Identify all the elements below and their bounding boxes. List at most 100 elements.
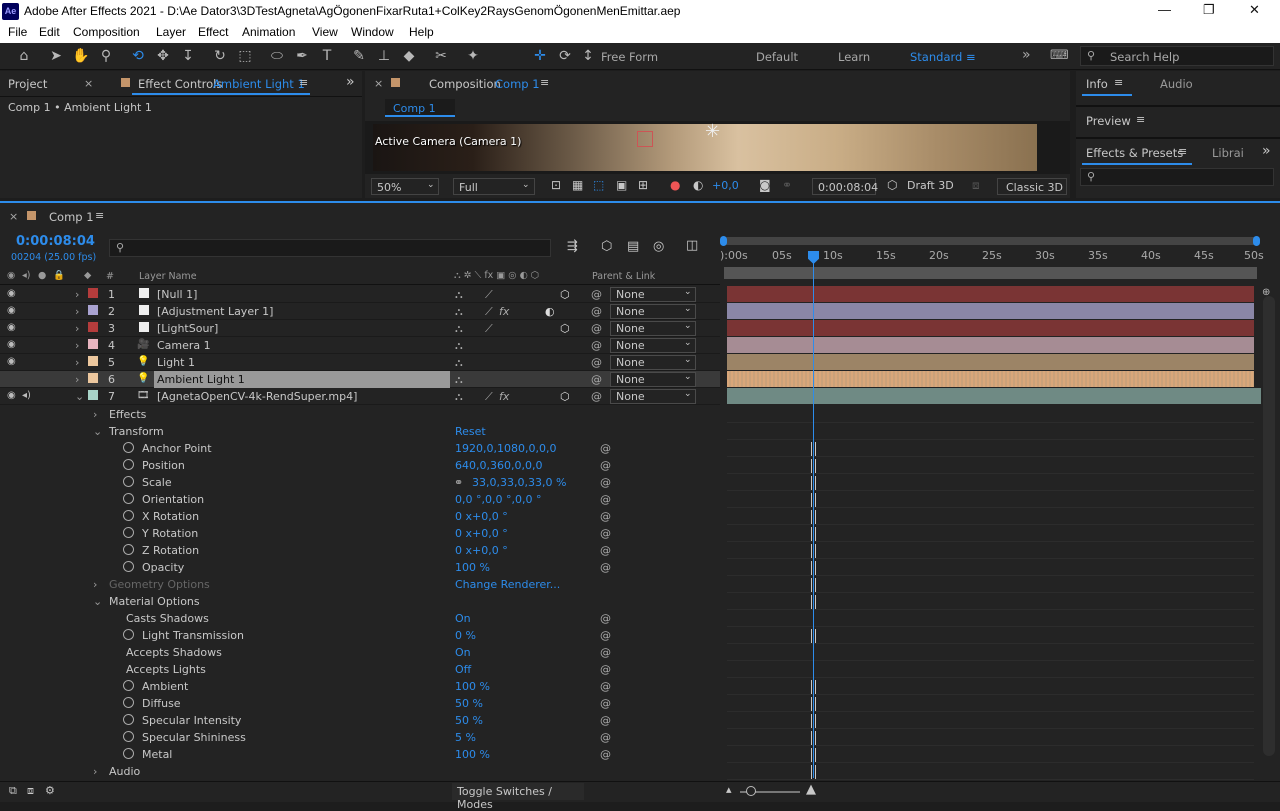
tab-close-icon[interactable]: ×	[84, 77, 93, 90]
eye-icon[interactable]: ◉	[7, 339, 16, 350]
layer-name[interactable]: Ambient Light 1	[154, 371, 450, 388]
property-row[interactable]: Specular Intensity 50 % @	[0, 712, 720, 729]
timeline-scrollbar[interactable]	[1263, 296, 1275, 756]
hand-tool-icon[interactable]: ✋	[71, 47, 91, 65]
expression-pick-whip-icon[interactable]: @	[600, 493, 611, 506]
menu-effect[interactable]: Effect	[198, 25, 228, 39]
pick-whip-icon[interactable]: @	[591, 390, 602, 403]
work-area-start-handle[interactable]	[720, 236, 727, 246]
eye-icon[interactable]: ◉	[7, 288, 16, 299]
shy-switch-icon[interactable]: ⛬	[455, 373, 463, 387]
expand-arrow-icon[interactable]: ›	[75, 339, 79, 352]
zoom-in-icon[interactable]: ▲	[806, 782, 816, 797]
parent-select[interactable]: None ⌄	[610, 287, 696, 302]
expression-pick-whip-icon[interactable]: @	[600, 646, 611, 659]
expression-pick-whip-icon[interactable]: @	[600, 714, 611, 727]
expand-arrow-icon[interactable]: ›	[93, 408, 97, 421]
property-row[interactable]: Scale 33,0,33,0,33,0 % ⚭ @	[0, 474, 720, 491]
comp-tab[interactable]: Comp 1	[385, 99, 455, 117]
expand-arrow-icon[interactable]: ›	[75, 373, 79, 386]
dolly-tool-icon[interactable]: ↧	[178, 47, 198, 65]
brush-tool-icon[interactable]: ✎	[349, 47, 369, 65]
layer-name[interactable]: Light 1	[157, 356, 195, 369]
tab-effect-controls[interactable]: Effect Controls	[138, 77, 222, 91]
panel-overflow-icon[interactable]: »	[346, 74, 355, 90]
menu-layer[interactable]: Layer	[156, 25, 186, 39]
layer-name[interactable]: Camera 1	[157, 339, 211, 352]
expression-pick-whip-icon[interactable]: @	[600, 731, 611, 744]
pick-whip-icon[interactable]: @	[591, 356, 602, 369]
property-value[interactable]: On	[455, 646, 471, 659]
exposure-value[interactable]: +0,0	[712, 179, 739, 192]
stopwatch-icon[interactable]	[123, 680, 134, 691]
expand-arrow-icon[interactable]: ›	[75, 356, 79, 369]
layer-duration-bar[interactable]	[727, 286, 1254, 302]
panel-overflow-icon[interactable]: »	[1262, 143, 1271, 159]
quality-switch-icon[interactable]: ⟋	[485, 390, 493, 404]
label-color-swatch[interactable]	[88, 356, 98, 366]
stopwatch-icon[interactable]	[123, 714, 134, 725]
viewer-area[interactable]: ✳ Active Camera (Camera 1)	[365, 121, 1070, 174]
tab-preview[interactable]: Preview	[1086, 114, 1131, 128]
expression-pick-whip-icon[interactable]: @	[600, 629, 611, 642]
layer-row[interactable]: ◉ › 4 🎥 Camera 1 ⛬ @ None ⌄	[0, 337, 720, 354]
shy-switch-icon[interactable]: ⛬	[455, 288, 463, 302]
frame-blending-icon[interactable]: ▤	[627, 239, 639, 254]
guides-icon[interactable]: ▣	[616, 178, 627, 192]
property-row[interactable]: ⌄ Transform Reset	[0, 423, 720, 440]
extended-viewer-icon[interactable]: ⧈	[972, 178, 980, 193]
expand-arrow-icon[interactable]: ⌄	[75, 390, 84, 403]
stopwatch-icon[interactable]	[123, 629, 134, 640]
quality-switch-icon[interactable]: ⟋	[485, 288, 493, 302]
parent-select[interactable]: None ⌄	[610, 355, 696, 370]
stopwatch-icon[interactable]	[123, 544, 134, 555]
layer-row[interactable]: ◉ › 3 [LightSour] ⛬ ⟋ ⬡ @ None ⌄	[0, 320, 720, 337]
tab-composition[interactable]: Composition	[429, 77, 501, 91]
label-color-swatch[interactable]	[88, 322, 98, 332]
property-row[interactable]: Y Rotation 0 x+0,0 ° @	[0, 525, 720, 542]
col-layer-name[interactable]: Layer Name	[139, 271, 197, 282]
parent-select[interactable]: None ⌄	[610, 389, 696, 404]
show-snapshot-icon[interactable]: ⚭	[782, 178, 792, 192]
eye-icon[interactable]: ◉	[7, 356, 16, 367]
expression-pick-whip-icon[interactable]: @	[600, 680, 611, 693]
stopwatch-icon[interactable]	[123, 527, 134, 538]
workspace-default[interactable]: Default	[756, 50, 798, 64]
property-value[interactable]: 0 x+0,0 °	[455, 527, 508, 540]
property-value[interactable]: Reset	[455, 425, 486, 438]
fx-switch-icon[interactable]: fx	[499, 305, 509, 318]
expand-arrow-icon[interactable]: ›	[75, 288, 79, 301]
constrain-proportions-icon[interactable]: ⚭	[454, 476, 463, 489]
quality-switch-icon[interactable]: ⟋	[485, 305, 493, 319]
time-ruler[interactable]: ):00s 05s 10s 15s 20s 25s 30s 35s 40s 45…	[720, 247, 1264, 267]
current-time[interactable]: 0:00:08:04	[16, 234, 95, 249]
workspace-standard[interactable]: Standard	[910, 50, 962, 64]
expression-pick-whip-icon[interactable]: @	[600, 476, 611, 489]
expand-arrow-icon[interactable]: ⌄	[93, 595, 102, 608]
maximize-icon[interactable]: ❐	[1203, 2, 1215, 18]
tab-close-icon[interactable]: ×	[9, 210, 18, 223]
property-value[interactable]: 0 %	[455, 629, 476, 642]
shy-switch-icon[interactable]: ⛬	[455, 390, 463, 404]
parent-select[interactable]: None ⌄	[610, 338, 696, 353]
menu-help[interactable]: Help	[409, 25, 434, 39]
property-value[interactable]: 1920,0,1080,0,0,0	[455, 442, 556, 455]
layer-duration-bar[interactable]	[727, 354, 1254, 370]
property-value[interactable]: 0 x+0,0 °	[455, 544, 508, 557]
layer-row[interactable]: ◉ › 1 [Null 1] ⛬ ⟋ ⬡ @ None ⌄	[0, 286, 720, 303]
shy-switch-icon[interactable]: ⛬	[455, 356, 463, 370]
layer-row[interactable]: ◉ › 5 💡 Light 1 ⛬ @ None ⌄	[0, 354, 720, 371]
stopwatch-icon[interactable]	[123, 561, 134, 572]
work-area-bar[interactable]	[724, 237, 1257, 245]
eye-icon[interactable]: ◉	[7, 322, 16, 333]
property-row[interactable]: Accepts Lights Off @	[0, 661, 720, 678]
layer-row[interactable]: ◉ › 2 [Adjustment Layer 1] ⛬ ⟋ fx ◐ @ None ⌄	[0, 303, 720, 320]
property-value[interactable]: Off	[455, 663, 471, 676]
type-tool-icon[interactable]: T	[317, 47, 337, 65]
property-row[interactable]: › Geometry Options Change Renderer...	[0, 576, 720, 593]
grid-icon[interactable]: ⊞	[638, 178, 648, 192]
orbit-tool-icon[interactable]: ⟲	[128, 47, 148, 65]
workspace-learn[interactable]: Learn	[838, 50, 870, 64]
label-color-swatch[interactable]	[88, 288, 98, 298]
panel-menu-icon[interactable]: ≡	[299, 76, 308, 89]
